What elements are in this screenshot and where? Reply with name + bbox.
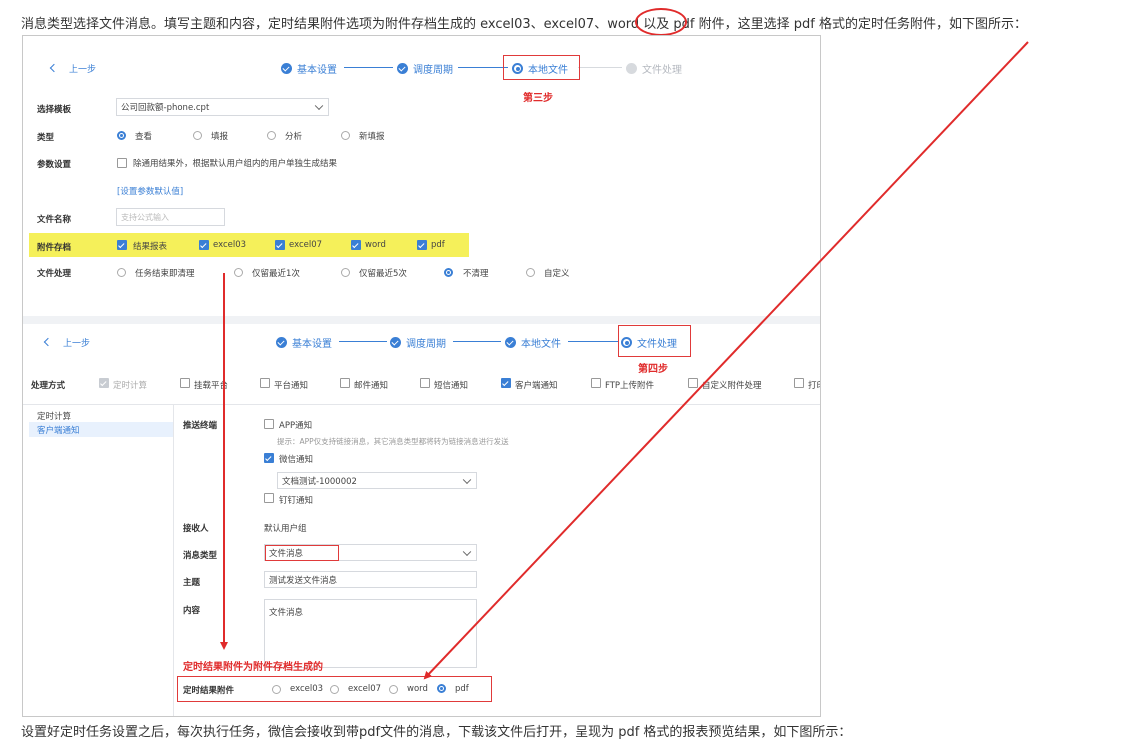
diagonal-arrow [423, 41, 1029, 680]
outro-text: 设置好定时任务设置之后，每次执行任务，微信会接收到带pdf文件的消息，下载该文件… [21, 725, 852, 740]
annotation-arrows [220, 41, 1029, 680]
